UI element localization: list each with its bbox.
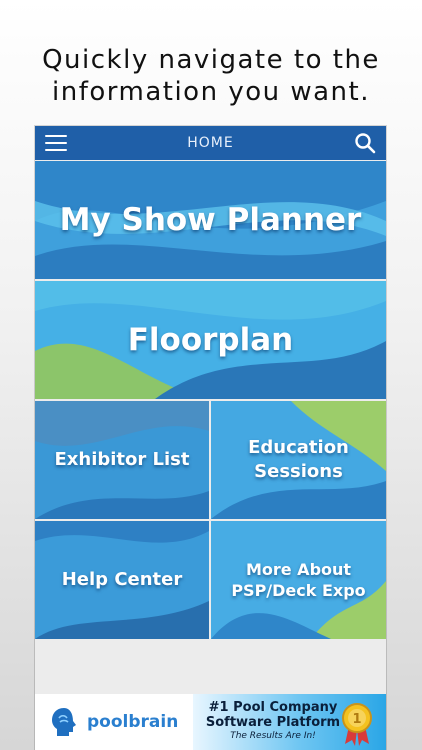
app-screen: HOME My Show Planner Floorplan Exhibitor… [35, 126, 386, 750]
my-show-planner-tile[interactable]: My Show Planner [35, 161, 386, 279]
tile-label: More About PSP/Deck Expo [231, 560, 366, 600]
top-nav-bar: HOME [35, 126, 386, 160]
promo-headline: Quickly navigate to the information you … [42, 45, 380, 107]
svg-text:1: 1 [352, 712, 361, 727]
tile-label: Education Sessions [248, 437, 349, 482]
exhibitor-list-tile[interactable]: Exhibitor List [35, 401, 209, 519]
ad-tagline-3: The Results Are In! [230, 731, 316, 741]
page-title: HOME [187, 135, 234, 151]
more-about-expo-tile[interactable]: More About PSP/Deck Expo [211, 521, 386, 639]
ad-tagline-2: Software Platform [205, 715, 341, 730]
brain-head-icon [52, 708, 76, 736]
tile-label: Floorplan [127, 322, 294, 358]
tile-label: Help Center [61, 569, 183, 590]
tile-label: Exhibitor List [54, 449, 190, 470]
brand-name: poolbrain [87, 712, 179, 732]
ad-tagline-1: #1 Pool Company [208, 700, 338, 715]
help-center-tile[interactable]: Help Center [35, 521, 209, 639]
floorplan-tile[interactable]: Floorplan [35, 281, 386, 399]
education-sessions-tile[interactable]: Education Sessions [211, 401, 386, 519]
award-medal-icon: 1 [342, 703, 372, 746]
tile-label: My Show Planner [59, 202, 362, 238]
search-icon[interactable] [354, 132, 376, 154]
poolbrain-ad-banner[interactable]: poolbrain #1 Pool Company Software Platf… [35, 694, 386, 750]
